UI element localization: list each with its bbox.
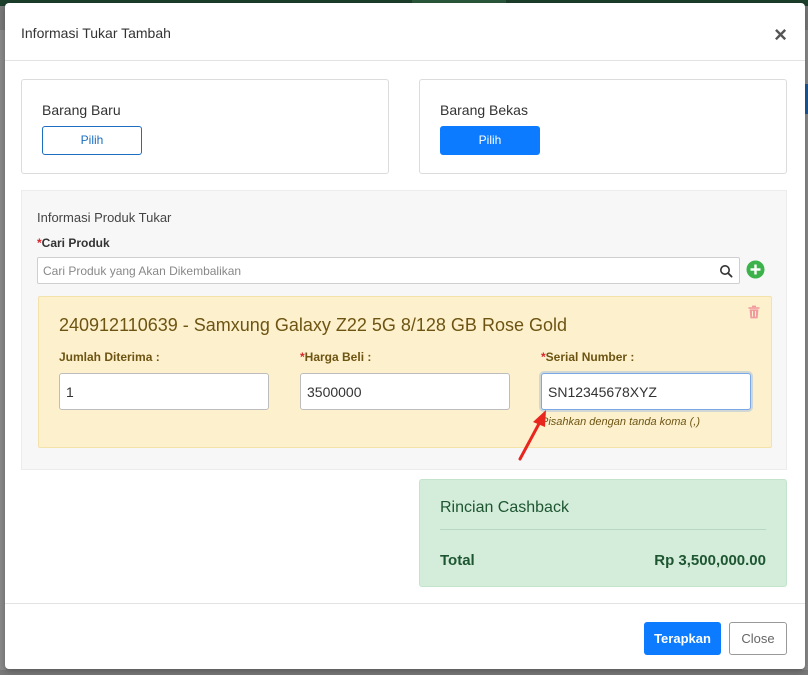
serial-number-input[interactable] xyxy=(541,373,751,410)
produk-tukar-section: Informasi Produk Tukar *Cari Produk 2409… xyxy=(21,190,787,470)
serial-number-label: *Serial Number : xyxy=(541,350,634,364)
annotation-arrow-icon xyxy=(518,410,546,461)
barang-baru-label: Barang Baru xyxy=(42,102,121,118)
cashback-divider xyxy=(440,529,766,530)
total-label: Total xyxy=(440,552,475,569)
jumlah-diterima-label: Jumlah Diterima : xyxy=(59,350,160,364)
pilih-barang-bekas-button[interactable]: Pilih xyxy=(440,126,540,155)
product-search-box xyxy=(37,257,740,284)
trade-in-modal: Informasi Tukar Tambah × Barang Baru Pil… xyxy=(5,3,805,669)
modal-header: Informasi Tukar Tambah × xyxy=(5,3,805,61)
trash-icon[interactable] xyxy=(747,305,761,319)
close-icon[interactable]: × xyxy=(774,24,787,46)
harga-beli-label-text: Harga Beli : xyxy=(304,350,372,364)
harga-beli-label: *Harga Beli : xyxy=(300,350,371,364)
barang-baru-card: Barang Baru Pilih xyxy=(21,79,389,174)
cashback-title: Rincian Cashback xyxy=(440,499,569,516)
cari-produk-label: *Cari Produk xyxy=(37,236,110,250)
total-value: Rp 3,500,000.00 xyxy=(654,552,766,569)
modal-title: Informasi Tukar Tambah xyxy=(21,25,171,41)
add-product-icon[interactable] xyxy=(746,260,765,279)
cashback-summary: Rincian Cashback Total Rp 3,500,000.00 xyxy=(419,479,787,587)
product-title: 240912110639 - Samxung Galaxy Z22 5G 8/1… xyxy=(59,315,567,335)
modal-footer: Terapkan Close xyxy=(5,603,805,669)
close-button[interactable]: Close xyxy=(729,622,787,655)
cari-produk-label-text: Cari Produk xyxy=(41,236,110,250)
selected-product-card: 240912110639 - Samxung Galaxy Z22 5G 8/1… xyxy=(38,296,772,448)
terapkan-button[interactable]: Terapkan xyxy=(644,622,721,655)
product-search-input[interactable] xyxy=(43,263,703,279)
produk-tukar-title: Informasi Produk Tukar xyxy=(37,210,172,225)
barang-bekas-card: Barang Bekas Pilih xyxy=(419,79,787,174)
search-icon[interactable] xyxy=(719,264,733,278)
barang-bekas-label: Barang Bekas xyxy=(440,102,528,118)
pilih-barang-baru-button[interactable]: Pilih xyxy=(42,126,142,155)
jumlah-diterima-input[interactable] xyxy=(59,373,269,410)
serial-number-label-text: Serial Number : xyxy=(545,350,635,364)
harga-beli-input[interactable] xyxy=(300,373,510,410)
serial-number-hint: Pisahkan dengan tanda koma (,) xyxy=(541,416,700,428)
